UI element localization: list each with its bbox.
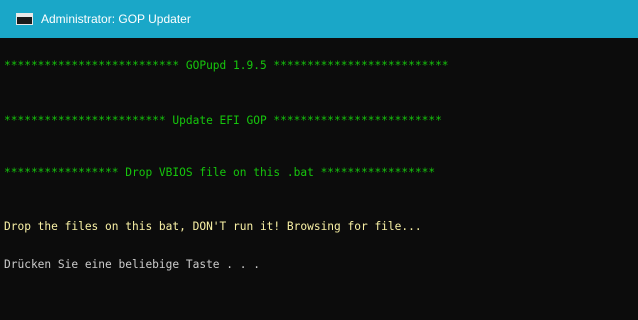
command-prompt-icon <box>16 13 33 25</box>
console-line-update-efi-gop: ************************ Update EFI GOP … <box>4 114 442 127</box>
console-line-drop-vbios: ***************** Drop VBIOS file on thi… <box>4 166 436 179</box>
console-window: Administrator: GOP Updater *************… <box>0 0 638 320</box>
console-line-gopupd-version: ************************** GOPupd 1.9.5 … <box>4 59 449 72</box>
title-bar[interactable]: Administrator: GOP Updater <box>0 0 638 38</box>
console-output[interactable]: ************************** GOPupd 1.9.5 … <box>0 38 638 320</box>
console-line-press-any-key: Drücken Sie eine beliebige Taste . . . <box>4 258 260 271</box>
window-title: Administrator: GOP Updater <box>41 12 191 26</box>
console-line-drop-files-warning: Drop the files on this bat, DON'T run it… <box>4 220 422 233</box>
